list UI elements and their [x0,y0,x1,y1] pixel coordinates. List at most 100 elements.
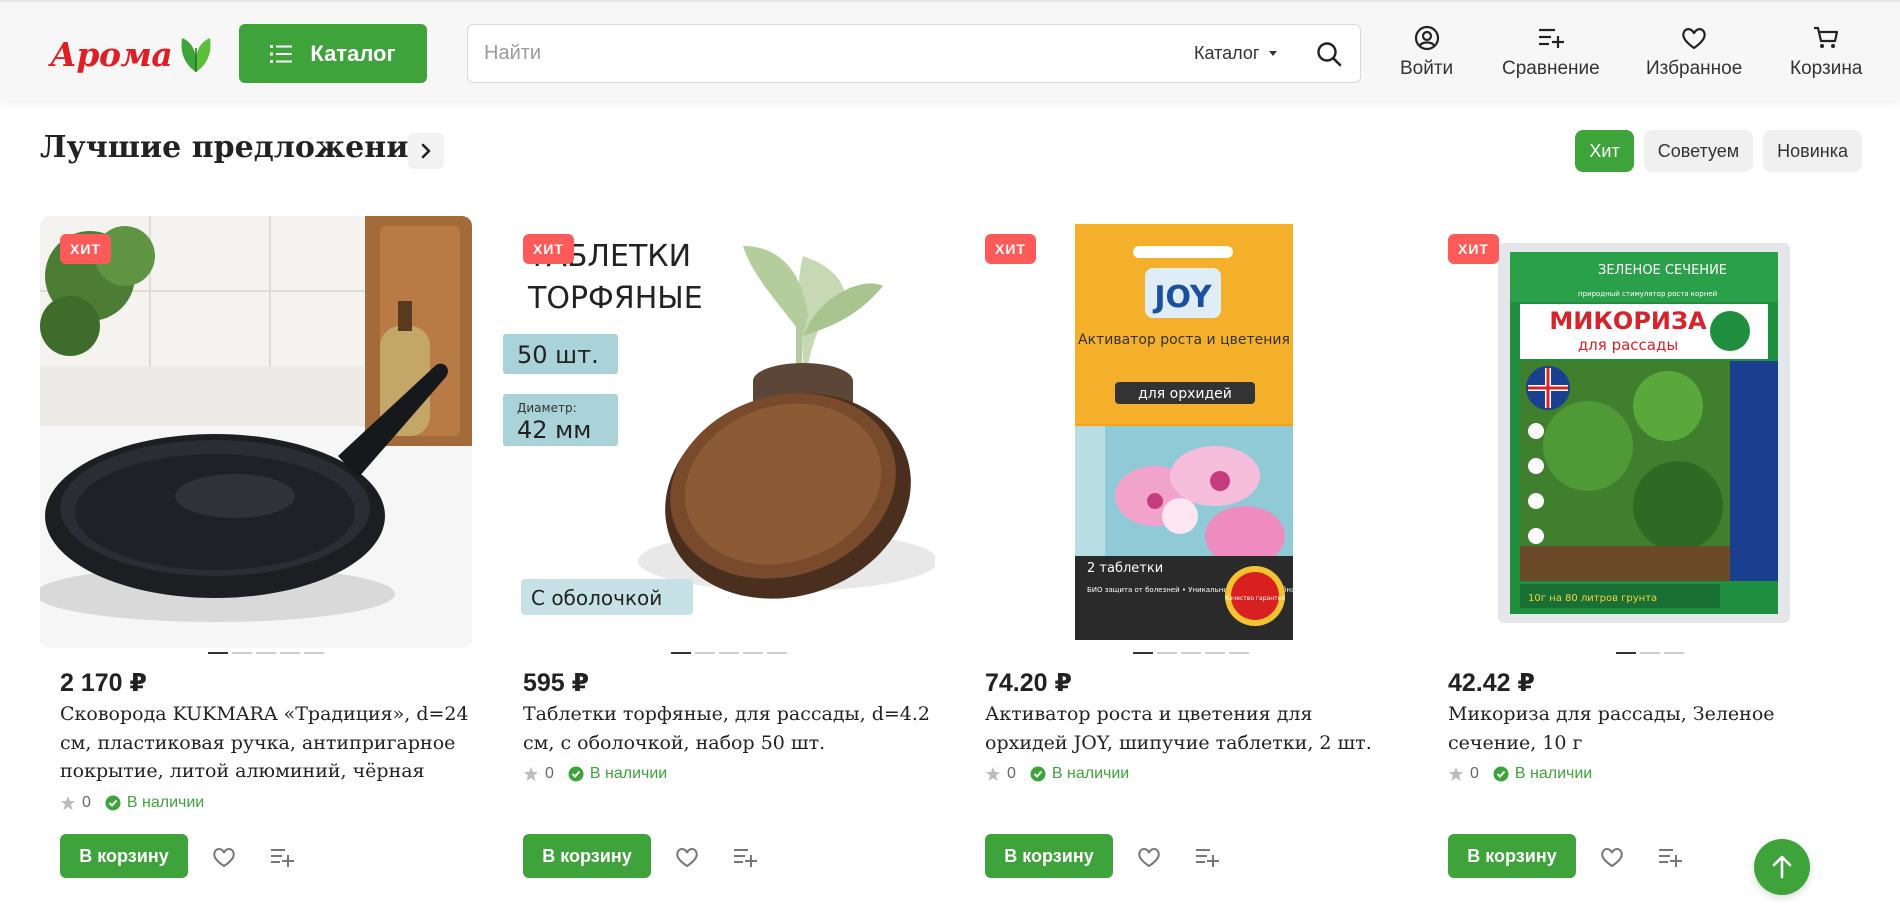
product-card[interactable]: ТАБЛЕТКИ ТОРФЯНЫЕ 50 шт. Диаметр: 42 мм … [503,216,935,896]
compare-label: Сравнение [1502,58,1600,79]
chevron-down-icon [1269,51,1278,56]
arrow-up-icon [1772,855,1792,879]
compare-icon [1538,28,1564,48]
product-meta: 0 В наличии [1448,764,1592,784]
stock-label: В наличии [589,765,668,782]
rating-count: 0 [1470,765,1479,782]
product-meta: 0 В наличии [523,764,667,784]
joy-activator-image: JOY Активатор роста и цветения для орхид… [965,216,1397,648]
login-label: Войти [1400,58,1454,79]
hit-badge: ХИТ [1448,234,1499,264]
tab-new[interactable]: Новинка [1763,130,1862,172]
section-more-button[interactable] [408,133,444,169]
image-shell-label: С оболочкой [531,586,662,610]
compare-icon[interactable] [1657,844,1683,870]
add-to-cart-button[interactable]: В корзину [1448,834,1576,878]
favorites-button[interactable]: Избранное [1646,24,1742,84]
star-icon [524,767,538,781]
compare-button[interactable]: Сравнение [1502,24,1600,84]
heart-icon[interactable] [1599,844,1625,870]
check-circle-icon [105,795,121,811]
image-pagination[interactable] [1616,652,1684,656]
compare-icon[interactable] [732,844,758,870]
image-subtitle: для орхидей [1138,386,1232,402]
image-brand: JOY [1152,280,1213,315]
tab-hit[interactable]: Хит [1575,130,1634,172]
site-header: Арома Каталог Каталог Войт [0,0,1900,100]
image-count: 50 шт. [517,341,599,369]
logo-text: Арома [50,34,173,74]
product-image[interactable] [40,216,472,648]
cart-label: Корзина [1790,58,1863,79]
product-name[interactable]: Микориза для рассады, Зеленое сечение, 1… [1448,700,1858,757]
heart-icon[interactable] [674,844,700,870]
product-image[interactable]: ТАБЛЕТКИ ТОРФЯНЫЕ 50 шт. Диаметр: 42 мм … [503,216,935,648]
compare-icon[interactable] [269,844,295,870]
search-scope-label: Каталог [1194,43,1260,63]
product-image[interactable]: ЗЕЛЕНОЕ СЕЧЕНИЕ природный стимулятор рос… [1428,216,1860,648]
product-name[interactable]: Активатор роста и цветения для орхидей J… [985,700,1395,757]
favorites-label: Избранное [1646,58,1743,79]
rating-count: 0 [545,765,554,782]
image-pagination[interactable] [671,652,787,656]
image-tablets: 2 таблетки [1087,561,1163,576]
login-button[interactable]: Войти [1400,24,1453,84]
product-card[interactable]: JOY Активатор роста и цветения для орхид… [965,216,1397,896]
tab-recommended[interactable]: Советуем [1643,130,1754,172]
stock-status: В наличии [568,765,667,783]
search-input[interactable] [484,25,1164,82]
image-tagline: природный стимулятор роста корней [1578,290,1717,298]
image-diameter-value: 42 мм [517,416,591,444]
add-to-cart-button[interactable]: В корзину [523,834,651,878]
compare-icon[interactable] [1194,844,1220,870]
scroll-to-top-button[interactable] [1754,839,1810,895]
check-circle-icon [568,766,584,782]
product-price: 74.20 ₽ [985,669,1072,697]
image-quality: Качество гарантия [1225,595,1286,602]
logo[interactable]: Арома [50,32,214,76]
star-icon [986,767,1000,781]
mycorrhiza-image: ЗЕЛЕНОЕ СЕЧЕНИЕ природный стимулятор рос… [1428,216,1860,648]
image-title: МИКОРИЗА [1549,307,1707,335]
cart-button[interactable]: Корзина [1790,24,1862,84]
stock-status: В наличии [1030,765,1129,783]
stock-status: В наличии [1493,765,1592,783]
product-card[interactable]: ХИТ 2 170 ₽ Сковорода KUKMARA «Традиция»… [40,216,472,896]
image-title-line2: ТОРФЯНЫЕ [527,281,703,316]
search-scope-dropdown[interactable]: Каталог [1194,25,1278,82]
stock-label: В наличии [1051,765,1130,782]
product-image[interactable]: JOY Активатор роста и цветения для орхид… [965,216,1397,648]
catalog-button-label: Каталог [310,40,396,66]
product-name[interactable]: Сковорода KUKMARA «Традиция», d=24 см, п… [60,700,470,786]
rating-count: 0 [1007,765,1016,782]
hit-badge: ХИТ [60,234,111,264]
product-price: 42.42 ₽ [1448,669,1535,697]
search-icon[interactable] [1316,41,1342,67]
image-title: Активатор роста и цветения [1078,332,1290,348]
catalog-button[interactable]: Каталог [239,24,427,83]
add-to-cart-button[interactable]: В корзину [985,834,1113,878]
image-amount: 10г на 80 литров грунта [1528,593,1657,604]
filter-tabs: Хит Советуем Новинка [1575,130,1862,172]
stock-status: В наличии [105,794,204,812]
list-icon [270,44,293,63]
search-bar: Каталог [467,24,1361,83]
product-name[interactable]: Таблетки торфяные, для рассады, d=4.2 см… [523,700,933,757]
cart-icon [1814,26,1839,48]
heart-icon[interactable] [1136,844,1162,870]
product-card[interactable]: ЗЕЛЕНОЕ СЕЧЕНИЕ природный стимулятор рос… [1428,216,1860,896]
image-brand: ЗЕЛЕНОЕ СЕЧЕНИЕ [1598,263,1727,278]
star-icon [1449,767,1463,781]
image-subtitle: для рассады [1578,336,1678,354]
heart-icon [1682,28,1706,50]
rating-count: 0 [82,794,91,811]
heart-icon[interactable] [211,844,237,870]
stock-label: В наличии [126,794,205,811]
add-to-cart-button[interactable]: В корзину [60,834,188,878]
image-pagination[interactable] [1133,652,1249,656]
leaf-logo-icon [181,38,211,72]
frying-pan-image [40,216,472,648]
image-pagination[interactable] [208,652,324,656]
product-meta: 0 В наличии [985,764,1129,784]
product-meta: 0 В наличии [60,793,204,813]
